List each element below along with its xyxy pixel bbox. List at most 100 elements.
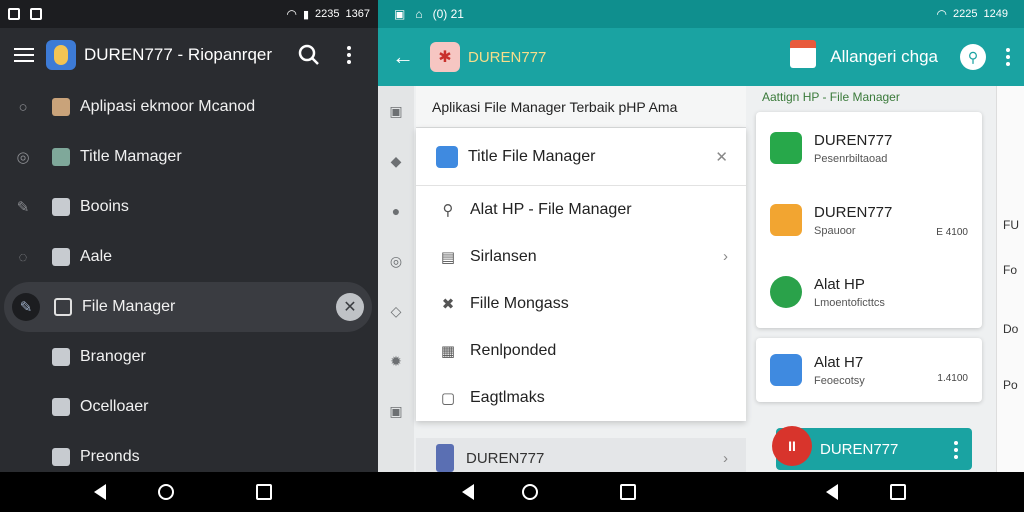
recents-icon[interactable] xyxy=(890,484,906,500)
home-icon[interactable] xyxy=(158,484,174,500)
drawer-item[interactable]: Branoger xyxy=(0,332,378,382)
status-bar: ◠ ▮ 2235 1367 xyxy=(0,0,378,28)
folder-icon xyxy=(52,148,70,166)
right-screen: ▣ ⌂ (0) 21 ◠ 2225 1249 ← ✱ DUREN777 Alla… xyxy=(378,0,1024,478)
back-icon[interactable] xyxy=(826,484,838,500)
app-bar: DUREN777 - Riopanrqer xyxy=(0,28,378,82)
settings-icon xyxy=(52,398,70,416)
app-list: Aattign HP - File Manager DUREN777 Pesenr… xyxy=(756,86,990,402)
star-icon xyxy=(52,348,70,366)
wrench-icon: ✎ xyxy=(12,293,40,321)
menu-row[interactable]: ⚲ Alat HP - File Manager xyxy=(416,186,746,233)
image-icon: ▤ xyxy=(440,248,456,266)
more-options-icon[interactable] xyxy=(954,441,958,459)
bug-logo-icon: ✱ xyxy=(430,42,460,72)
circle-icon: ◌ xyxy=(18,248,28,266)
back-icon[interactable] xyxy=(94,484,106,500)
drawer-item[interactable]: ○ Aplipasi ekmoor Mcanod xyxy=(0,82,378,132)
search-icon: ⚲ xyxy=(442,201,454,219)
signal-icon: ▮ xyxy=(302,8,310,21)
search-icon[interactable]: ⚲ xyxy=(960,44,986,70)
person-icon[interactable]: ● xyxy=(378,186,414,236)
settings-icon[interactable]: ✹ xyxy=(378,336,414,386)
recents-icon[interactable] xyxy=(256,484,272,500)
more-options-icon[interactable] xyxy=(1006,48,1010,66)
left-screen: ◠ ▮ 2235 1367 DUREN777 - Riopanrqer ○ Apl… xyxy=(0,0,378,472)
search-icon[interactable] xyxy=(294,40,324,70)
drawer-item[interactable]: ✎ Booins xyxy=(0,182,378,232)
edge-column: FU Fo Do Po xyxy=(996,86,1024,472)
phone-icon xyxy=(436,444,454,472)
navigation-drawer: ○ Aplipasi ekmoor Mcanod ◎ Title Mamager ✎… xyxy=(0,82,378,482)
chevron-right-icon: › xyxy=(723,248,728,265)
menu-row[interactable]: ▦ Renlponded xyxy=(416,327,746,374)
back-arrow-icon[interactable]: ← xyxy=(392,44,414,70)
status-bar: ▣ ⌂ (0) 21 ◠ 2225 1249 xyxy=(378,0,1024,28)
selected-app-pill[interactable]: II DUREN777 xyxy=(772,426,972,470)
system-nav-bar xyxy=(0,472,1024,512)
book-icon xyxy=(52,198,70,216)
home-icon[interactable] xyxy=(522,484,538,500)
app-card: DUREN777 Pesenrbiltaoad DUREN777 Spauoor E… xyxy=(756,112,982,328)
app-card: Alat H7 Feoecotsy 1.4100 xyxy=(756,338,982,402)
drawer-item-file-manager[interactable]: ✎ File Manager ✕ xyxy=(4,282,372,332)
store-icon[interactable] xyxy=(790,40,817,68)
side-rail: ▣ ◆ ● ◎ ◇ ✹ ▣ xyxy=(378,86,414,472)
gallery-icon xyxy=(30,8,42,20)
list-item[interactable]: Alat HP Lmoentoficttcs xyxy=(756,256,982,328)
app-badge-icon: II xyxy=(772,426,812,466)
recents-icon[interactable] xyxy=(620,484,636,500)
briefcase-icon[interactable]: ▣ xyxy=(378,86,414,136)
chevron-right-icon: › xyxy=(723,449,728,467)
refresh-app-icon xyxy=(770,276,802,308)
check-icon xyxy=(52,248,70,266)
drawer-item[interactable]: ◎ Title Mamager xyxy=(0,132,378,182)
menu-sheet: Title File Manager ✕ ⚲ Alat HP - File Ma… xyxy=(416,128,746,421)
battery-text: 2225 xyxy=(953,8,978,20)
menu-row[interactable]: ✖ Fille Mongass xyxy=(416,280,746,327)
file-menu: Aplikasi File Manager Terbaik pHP Ama Ti… xyxy=(416,86,746,478)
app-subtitle: Allangeri chga xyxy=(830,47,938,66)
file-manager-icon xyxy=(436,145,458,168)
drawer-item[interactable]: Ocelloaer xyxy=(0,382,378,432)
status-text: (0) 21 xyxy=(432,7,464,21)
notification-icon xyxy=(8,8,20,20)
close-icon[interactable]: ✕ xyxy=(336,293,364,321)
calendar-icon: ▦ xyxy=(440,342,456,360)
menu-row[interactable]: ▢ Eagtlmaks xyxy=(416,374,746,421)
bag-icon[interactable]: ▣ xyxy=(378,386,414,436)
clock: 1367 xyxy=(345,8,370,20)
target-icon: ◎ xyxy=(16,149,30,166)
clock: 1249 xyxy=(983,8,1008,20)
file-size: E 4100 xyxy=(936,227,968,238)
list-item[interactable]: Alat H7 Feoecotsy 1.4100 xyxy=(756,338,982,402)
home-icon: ⌂ xyxy=(415,7,423,21)
close-icon[interactable]: ✕ xyxy=(715,148,728,166)
search-icon[interactable]: ◎ xyxy=(378,236,414,286)
back-icon[interactable] xyxy=(462,484,474,500)
app-brand: DUREN777 xyxy=(468,48,547,66)
drawer-item[interactable]: ◌ Aale xyxy=(0,232,378,282)
edit-icon: ✎ xyxy=(16,199,30,216)
more-options-icon[interactable] xyxy=(334,40,364,70)
pin-icon[interactable]: ◆ xyxy=(378,136,414,186)
app-logo xyxy=(46,40,76,70)
app-title: DUREN777 - Riopanrqer xyxy=(84,45,273,64)
download-icon: ▢ xyxy=(440,389,456,407)
tools-icon: ✖ xyxy=(441,295,455,313)
house-app-icon xyxy=(770,204,802,236)
list-item[interactable]: DUREN777 Pesenrbiltaoad xyxy=(756,112,982,184)
wifi-icon: ◠ xyxy=(936,7,948,21)
shield-icon[interactable]: ◇ xyxy=(378,286,414,336)
menu-row[interactable]: Title File Manager ✕ xyxy=(416,128,746,186)
menu-header: Aplikasi File Manager Terbaik pHP Ama xyxy=(416,86,746,128)
file-icon xyxy=(54,298,72,316)
menu-icon[interactable] xyxy=(14,48,34,62)
chart-app-icon xyxy=(770,354,802,386)
app-icon xyxy=(52,98,70,116)
phone-app-icon xyxy=(770,132,802,164)
battery-text: 2235 xyxy=(315,8,340,20)
menu-row[interactable]: ▤ Sirlansen › xyxy=(416,233,746,280)
wifi-icon: ◠ xyxy=(286,7,297,21)
list-item[interactable]: DUREN777 Spauoor E 4100 xyxy=(756,184,982,256)
